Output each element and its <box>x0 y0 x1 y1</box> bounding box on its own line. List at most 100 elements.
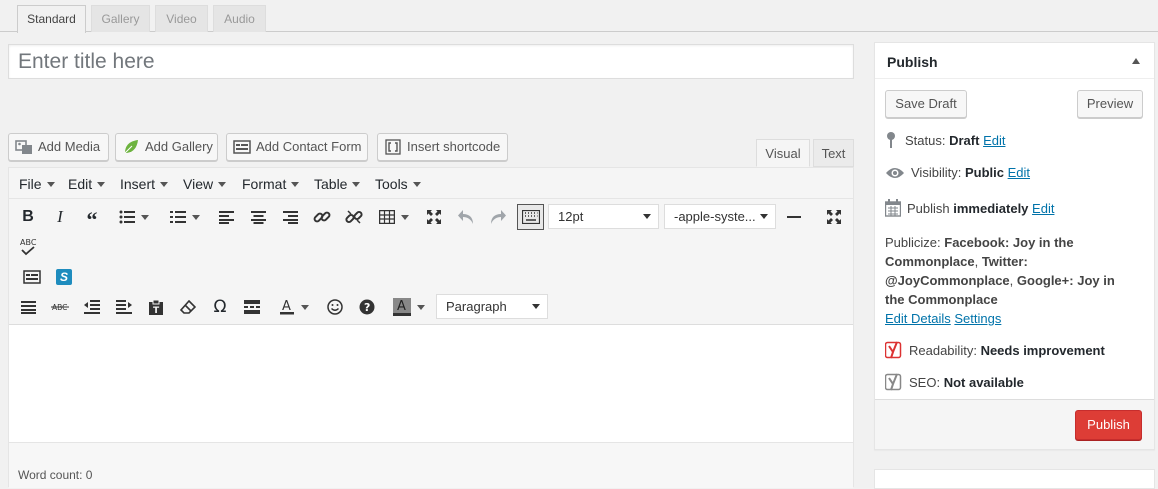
publish-box-header[interactable]: Publish <box>875 43 1154 79</box>
remove-link-button[interactable] <box>343 205 365 229</box>
toolbar-toggle-button[interactable] <box>517 204 544 230</box>
publicize-settings-link[interactable]: Settings <box>954 311 1001 326</box>
form-icon <box>233 139 251 155</box>
insert-link-button[interactable] <box>311 205 333 229</box>
justify-button[interactable] <box>17 295 39 319</box>
bullet-list-button[interactable] <box>113 205 155 229</box>
word-count: Word count: 0 <box>18 468 93 482</box>
add-contact-form-button[interactable]: Add Contact Form <box>226 133 368 161</box>
spellcheck-button[interactable]: ABC <box>17 236 39 258</box>
help-button[interactable]: ? <box>356 295 378 319</box>
bold-button[interactable]: B <box>17 205 39 229</box>
block-format-select[interactable]: Paragraph <box>436 294 548 319</box>
format-tab-gallery[interactable]: Gallery <box>91 5 150 32</box>
collapse-arrow-icon[interactable] <box>1132 58 1140 64</box>
background-color-icon: A <box>393 298 411 316</box>
table-button[interactable] <box>375 205 413 229</box>
edit-status-link[interactable]: Edit <box>983 133 1005 148</box>
block-format-value: Paragraph <box>446 299 507 314</box>
menu-view[interactable]: View <box>183 176 227 192</box>
menu-edit[interactable]: Edit <box>68 176 106 192</box>
numbered-list-icon <box>170 211 186 223</box>
publish-button[interactable]: Publish <box>1075 410 1142 440</box>
blockquote-button[interactable]: “ <box>81 205 103 231</box>
readability-row: Readability: Needs improvement <box>885 341 1105 359</box>
special-character-button[interactable]: Ω <box>209 295 231 319</box>
align-center-button[interactable] <box>247 205 269 229</box>
horizontal-line-button[interactable] <box>783 205 805 229</box>
form-block-button[interactable] <box>21 265 43 289</box>
svg-text:?: ? <box>364 301 370 314</box>
add-media-button[interactable]: Add Media <box>8 133 109 161</box>
edit-publish-date-link[interactable]: Edit <box>1032 201 1054 216</box>
text-color-icon: A <box>280 299 294 315</box>
eye-icon <box>886 167 904 178</box>
menu-format[interactable]: Format <box>242 176 300 192</box>
publicize-label: Publicize: <box>885 235 941 250</box>
read-more-button[interactable] <box>241 295 263 319</box>
insert-shortcode-label: Insert shortcode <box>407 139 501 154</box>
menu-insert[interactable]: Insert <box>120 176 169 192</box>
format-tab-standard[interactable]: Standard <box>17 5 86 33</box>
chevron-down-icon <box>532 304 540 309</box>
font-size-select[interactable]: 12pt <box>548 204 659 229</box>
readability-value: Needs improvement <box>980 342 1105 358</box>
fullscreen-button[interactable] <box>423 205 445 229</box>
bullet-list-icon <box>119 210 135 224</box>
emoji-button[interactable] <box>324 295 346 319</box>
insert-shortcode-button[interactable]: Insert shortcode <box>377 133 508 161</box>
undo-icon <box>458 210 473 224</box>
shortcode-block-button[interactable]: S <box>53 265 75 289</box>
numbered-list-button[interactable] <box>164 205 206 229</box>
tab-text[interactable]: Text <box>813 139 854 167</box>
indent-icon <box>116 300 132 314</box>
seo-row: SEO: Not available <box>885 373 1024 391</box>
horizontal-line-icon <box>787 216 801 218</box>
tab-visual[interactable]: Visual <box>756 139 810 167</box>
undo-button[interactable] <box>455 205 477 229</box>
shortcode-icon <box>384 139 402 155</box>
table-icon <box>379 210 395 224</box>
align-right-button[interactable] <box>279 205 301 229</box>
visibility-row: Visibility: Public Edit <box>885 165 1030 180</box>
edit-details-link[interactable]: Edit Details <box>885 311 951 326</box>
seo-value: Not available <box>943 374 1024 390</box>
italic-button[interactable]: I <box>49 205 71 229</box>
font-family-select[interactable]: -apple-syste... <box>664 204 776 229</box>
edit-visibility-link[interactable]: Edit <box>1008 165 1030 180</box>
publicize-twitter-label: Twitter: <box>981 254 1028 269</box>
text-color-button[interactable]: A <box>273 295 315 319</box>
chevron-down-icon <box>352 182 361 187</box>
menu-tools[interactable]: Tools <box>375 176 421 192</box>
post-title-input[interactable] <box>9 45 853 78</box>
outdent-button[interactable] <box>81 295 103 319</box>
publicize-twitter-value: @JoyCommonplace <box>885 273 1010 288</box>
redo-button[interactable] <box>487 205 509 229</box>
save-draft-button[interactable]: Save Draft <box>885 90 967 118</box>
unlink-icon <box>345 210 363 224</box>
clear-formatting-button[interactable] <box>177 295 199 319</box>
svg-text:T: T <box>153 306 160 315</box>
distraction-free-button[interactable] <box>823 205 845 229</box>
add-gallery-button[interactable]: Add Gallery <box>115 133 218 161</box>
keyboard-icon <box>521 210 540 224</box>
font-size-value: 12pt <box>558 209 584 224</box>
strikethrough-button[interactable]: ABC <box>49 295 71 319</box>
preview-button[interactable]: Preview <box>1077 90 1143 118</box>
outdent-icon <box>84 300 100 314</box>
format-tab-audio[interactable]: Audio <box>213 5 266 32</box>
publish-box: Publish Save Draft Preview Status: Draft… <box>874 42 1155 450</box>
publish-date-row: Publish immediately Edit <box>885 199 1054 217</box>
chevron-down-icon <box>192 214 200 220</box>
editor-content-area[interactable] <box>9 325 853 442</box>
menu-file[interactable]: File <box>19 176 55 192</box>
indent-button[interactable] <box>113 295 135 319</box>
paste-text-button[interactable]: T <box>145 295 167 319</box>
align-left-button[interactable] <box>215 205 237 229</box>
svg-text:ABC: ABC <box>20 238 37 247</box>
redo-icon <box>491 210 506 224</box>
format-tab-video[interactable]: Video <box>155 5 208 32</box>
menu-table[interactable]: Table <box>314 176 361 192</box>
background-color-button[interactable]: A <box>388 295 430 319</box>
readability-label: Readability: <box>909 342 977 358</box>
